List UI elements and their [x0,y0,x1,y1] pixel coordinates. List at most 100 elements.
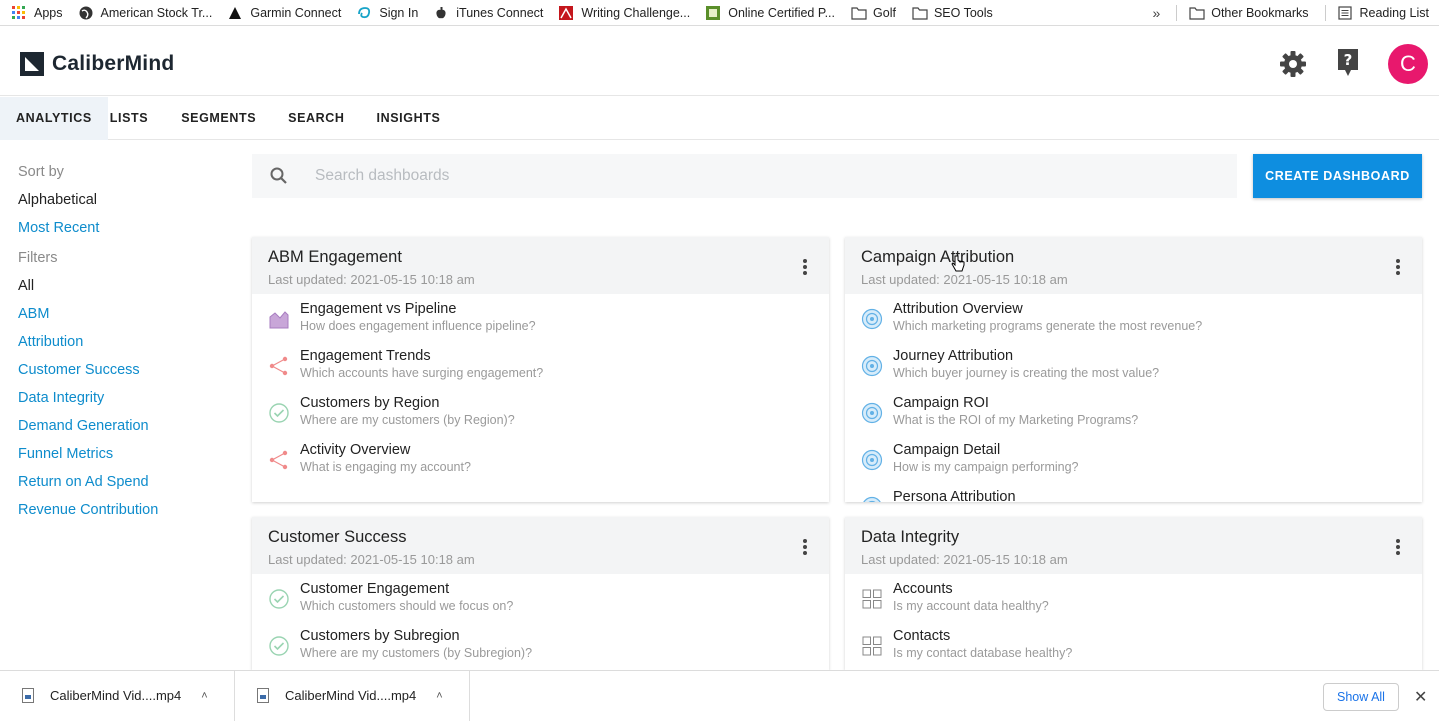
close-icon[interactable]: ✕ [1414,687,1427,707]
list-item[interactable]: Customer Engagement Which customers shou… [268,580,813,627]
filter-funnel-metrics[interactable]: Funnel Metrics [18,440,238,468]
list-item[interactable]: Activity Overview What is engaging my ac… [268,441,813,488]
list-item[interactable]: Engagement Trends Which accounts have su… [268,347,813,394]
card-header: Customer Success Last updated: 2021-05-1… [252,517,829,574]
hand-cursor-icon [951,255,965,273]
file-icon [22,688,34,703]
item-title: Engagement Trends [300,348,431,364]
item-desc: What is engaging my account? [300,460,471,474]
swirl-icon [357,6,371,20]
bookmark-label: Garmin Connect [250,5,342,20]
sort-alphabetical[interactable]: Alphabetical [18,186,238,214]
filter-customer-success[interactable]: Customer Success [18,356,238,384]
card-header: ABM Engagement Last updated: 2021-05-15 … [252,237,829,294]
list-item[interactable]: Customers by Subregion Where are my cust… [268,627,813,670]
filter-all[interactable]: All [18,272,238,300]
tab-insights[interactable]: INSIGHTS [361,97,457,140]
area-chart-icon [268,308,290,330]
list-item[interactable]: Campaign Detail How is my campaign perfo… [861,441,1406,488]
network-icon [268,355,290,377]
bookmark-online-certified[interactable]: Online Certified P... [706,5,835,20]
apps-grid-icon [12,5,26,20]
download-item[interactable]: CaliberMind Vid....mp4 ˄ [235,670,470,721]
item-desc: Which customers should we focus on? [300,599,514,613]
card-title[interactable]: Campaign Attribution [861,247,1406,268]
bookmark-label: Apps [34,5,63,20]
list-item[interactable]: Persona Attribution [861,488,1406,502]
card-title[interactable]: ABM Engagement [268,247,813,268]
list-item[interactable]: Journey Attribution Which buyer journey … [861,347,1406,394]
bookmark-golf[interactable]: Golf [851,6,896,20]
bookmarks-overflow-button[interactable]: » [1152,5,1160,21]
target-icon [861,449,883,471]
chevron-up-icon[interactable]: ˄ [436,690,442,702]
bookmark-seo-tools[interactable]: SEO Tools [912,6,993,20]
network-icon [268,449,290,471]
download-item[interactable]: CaliberMind Vid....mp4 ˄ [0,670,235,721]
reading-list-label: Reading List [1359,6,1430,20]
bookmarks-right: » Other Bookmarks Reading List [1152,0,1439,26]
apple-icon [434,6,448,20]
tab-analytics[interactable]: ANALYTICS [0,96,108,140]
grid-icon [861,588,883,610]
chevron-up-icon[interactable]: ˄ [201,690,207,702]
item-title: Engagement vs Pipeline [300,301,457,317]
bookmark-sign-in[interactable]: Sign In [357,6,418,20]
check-circle-icon [268,588,290,610]
search-input[interactable] [315,167,1115,185]
card-title[interactable]: Data Integrity [861,527,1406,548]
card-title[interactable]: Customer Success [268,527,813,548]
card-updated: Last updated: 2021-05-15 10:18 am [268,272,475,287]
create-dashboard-button[interactable]: CREATE DASHBOARD [1253,154,1422,198]
list-item[interactable]: Accounts Is my account data healthy? [861,580,1406,627]
bookmark-garmin[interactable]: Garmin Connect [228,6,341,20]
help-icon[interactable]: ? [1336,48,1360,78]
bookmark-apps[interactable]: Apps [12,5,63,20]
list-item[interactable]: Customers by Region Where are my custome… [268,394,813,441]
bookmark-label: Golf [873,5,896,20]
item-title: Accounts [893,581,953,597]
grid-icon [861,635,883,657]
card-body: Customer Engagement Which customers shou… [252,574,829,670]
filter-attribution[interactable]: Attribution [18,328,238,356]
user-avatar[interactable]: C [1388,44,1428,84]
search-icon [269,166,289,186]
item-title: Persona Attribution [893,489,1016,502]
list-item[interactable]: Contacts Is my contact database healthy? [861,627,1406,670]
filter-revenue-contribution[interactable]: Revenue Contribution [18,496,238,524]
list-item[interactable]: Engagement vs Pipeline How does engageme… [268,300,813,347]
list-item[interactable]: Campaign ROI What is the ROI of my Marke… [861,394,1406,441]
item-title: Customers by Region [300,395,440,411]
item-title: Journey Attribution [893,348,1014,364]
filter-abm[interactable]: ABM [18,300,238,328]
tab-segments[interactable]: SEGMENTS [164,97,272,140]
filter-data-integrity[interactable]: Data Integrity [18,384,238,412]
list-item[interactable]: Attribution Overview Which marketing pro… [861,300,1406,347]
brand-logo[interactable]: CaliberMind [20,52,174,76]
bookmark-label: American Stock Tr... [100,5,213,20]
reading-list[interactable]: Reading List [1337,6,1430,20]
more-options-icon[interactable] [1396,539,1400,555]
sort-most-recent[interactable]: Most Recent [18,214,238,242]
other-bookmarks[interactable]: Other Bookmarks [1189,6,1309,20]
bookmark-american-stock[interactable]: American Stock Tr... [79,5,213,20]
reading-list-icon [1337,6,1352,20]
check-circle-icon [268,635,290,657]
more-options-icon[interactable] [803,259,807,275]
gear-icon[interactable] [1279,50,1307,78]
more-options-icon[interactable] [803,539,807,555]
bookmark-label: Writing Challenge... [581,5,691,20]
filter-demand-generation[interactable]: Demand Generation [18,412,238,440]
more-options-icon[interactable] [1396,259,1400,275]
red-logo-icon [559,5,574,20]
bookmark-writing-challenge[interactable]: Writing Challenge... [559,5,691,20]
sort-heading: Sort by [18,164,64,180]
filter-return-on-ad-spend[interactable]: Return on Ad Spend [18,468,238,496]
tab-lists[interactable]: LISTS [108,97,164,140]
tab-search[interactable]: SEARCH [272,97,360,140]
bookmark-itunes[interactable]: iTunes Connect [434,6,543,20]
file-icon [257,688,269,703]
folder-icon [851,6,867,20]
show-all-downloads-button[interactable]: Show All [1323,683,1399,711]
dashboard-card-data-integrity: Data Integrity Last updated: 2021-05-15 … [845,517,1422,670]
